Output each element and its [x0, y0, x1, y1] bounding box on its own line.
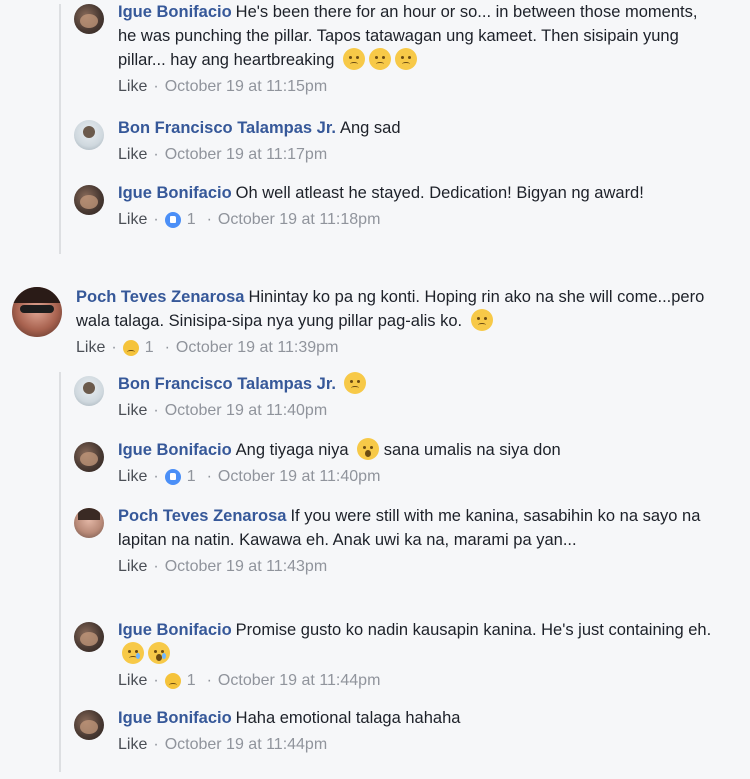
comment-meta: Like · October 19 at 11:15pm — [118, 78, 328, 96]
comment-meta: Like · October 19 at 11:40pm — [118, 402, 328, 420]
comment-meta: Like · 1 · October 19 at 11:39pm — [76, 339, 339, 357]
author-name[interactable]: Bon Francisco Talampas Jr. — [118, 375, 336, 393]
loudly-crying-face-icon — [148, 642, 170, 664]
pensive-face-icon — [395, 48, 418, 70]
reaction-count[interactable]: 1 — [122, 339, 154, 357]
author-name[interactable]: Poch Teves Zenarosa — [76, 288, 244, 306]
comment-top-level: Poch Teves Zenarosa Hinintay ko pa ng kon… — [12, 285, 712, 357]
avatar[interactable] — [74, 4, 104, 34]
like-link[interactable]: Like — [118, 558, 147, 576]
like-link[interactable]: Like — [118, 468, 147, 486]
comment-reply: Igue Bonifacio Promise gusto ko nadin kau… — [74, 618, 714, 690]
comment-text: Poch Teves Zenarosa Hinintay ko pa ng kon… — [76, 285, 712, 333]
timestamp[interactable]: October 19 at 11:44pm — [218, 672, 380, 690]
author-name[interactable]: Igue Bonifacio — [118, 441, 232, 459]
comment-reply: Bon Francisco Talampas Jr. Ang sad Like ·… — [74, 116, 714, 164]
comment-text: Igue Bonifacio Haha emotional talaga haha… — [118, 706, 714, 730]
avatar[interactable] — [12, 287, 62, 337]
pensive-face-icon — [369, 48, 392, 70]
comment-body: Ang tiyaga niya — [235, 441, 349, 459]
comment-reply: Igue Bonifacio He's been there for an hou… — [74, 0, 714, 96]
author-name[interactable]: Igue Bonifacio — [118, 3, 232, 21]
comment-meta: Like · October 19 at 11:44pm — [118, 736, 328, 754]
avatar[interactable] — [74, 508, 104, 538]
comment-meta: Like · 1 · October 19 at 11:44pm — [118, 672, 381, 690]
reply-thread-line — [59, 372, 61, 772]
comment-meta: Like · 1 · October 19 at 11:18pm — [118, 211, 381, 229]
author-name[interactable]: Poch Teves Zenarosa — [118, 507, 286, 525]
author-name[interactable]: Igue Bonifacio — [118, 621, 232, 639]
sad-reaction-icon — [122, 340, 139, 356]
disappointed-face-icon — [470, 309, 493, 331]
comment-reply: Igue Bonifacio Oh well atleast he stayed.… — [74, 181, 714, 229]
pensive-face-icon — [343, 372, 366, 394]
comment-meta: Like · 1 · October 19 at 11:40pm — [118, 468, 381, 486]
comment-text: Igue Bonifacio Ang tiyaga niya sana umali… — [118, 438, 714, 462]
comment-body: Ang sad — [339, 119, 401, 137]
comment-body: Oh well atleast he stayed. Dedication! B… — [235, 184, 644, 202]
reaction-count[interactable]: 1 — [164, 672, 196, 690]
pensive-face-icon — [343, 48, 366, 70]
timestamp[interactable]: October 19 at 11:44pm — [165, 736, 327, 754]
like-link[interactable]: Like — [118, 211, 147, 229]
comment-reply: Igue Bonifacio Haha emotional talaga haha… — [74, 706, 714, 754]
comment-text: Igue Bonifacio Promise gusto ko nadin kau… — [118, 618, 714, 666]
avatar[interactable] — [74, 710, 104, 740]
comment-reply: Igue Bonifacio Ang tiyaga niya sana umali… — [74, 438, 714, 486]
like-link[interactable]: Like — [118, 78, 147, 96]
like-link[interactable]: Like — [118, 146, 147, 164]
comment-text: Poch Teves Zenarosa If you were still wit… — [118, 504, 714, 552]
like-link[interactable]: Like — [118, 402, 147, 420]
reaction-count[interactable]: 1 — [164, 468, 196, 486]
like-link[interactable]: Like — [76, 339, 105, 357]
timestamp[interactable]: October 19 at 11:17pm — [165, 146, 327, 164]
surprised-face-icon — [357, 438, 380, 460]
author-name[interactable]: Bon Francisco Talampas Jr. — [118, 119, 336, 137]
avatar[interactable] — [74, 120, 104, 150]
like-reaction-icon — [164, 469, 181, 485]
like-link[interactable]: Like — [118, 736, 147, 754]
reply-thread-line — [59, 4, 61, 254]
comment-thread: Igue Bonifacio He's been there for an hou… — [0, 0, 750, 779]
timestamp[interactable]: October 19 at 11:15pm — [165, 78, 327, 96]
comment-body: Promise gusto ko nadin kausapin kanina. … — [235, 621, 712, 639]
reaction-count[interactable]: 1 — [164, 211, 196, 229]
comment-meta: Like · October 19 at 11:43pm — [118, 558, 328, 576]
sad-reaction-icon — [164, 673, 181, 689]
timestamp[interactable]: October 19 at 11:18pm — [218, 211, 380, 229]
like-link[interactable]: Like — [118, 672, 147, 690]
crying-face-icon — [122, 642, 144, 664]
avatar[interactable] — [74, 442, 104, 472]
comment-meta: Like · October 19 at 11:17pm — [118, 146, 328, 164]
avatar[interactable] — [74, 622, 104, 652]
avatar[interactable] — [74, 185, 104, 215]
timestamp[interactable]: October 19 at 11:40pm — [165, 402, 327, 420]
comment-reply: Bon Francisco Talampas Jr. Like · Octobe… — [74, 372, 714, 420]
comment-text: Bon Francisco Talampas Jr. Ang sad — [118, 116, 714, 140]
comment-text: Igue Bonifacio Oh well atleast he stayed.… — [118, 181, 714, 205]
timestamp[interactable]: October 19 at 11:43pm — [165, 558, 327, 576]
comment-text: Bon Francisco Talampas Jr. — [118, 372, 714, 396]
comment-reply: Poch Teves Zenarosa If you were still wit… — [74, 504, 714, 576]
author-name[interactable]: Igue Bonifacio — [118, 709, 232, 727]
comment-body-continued: sana umalis na siya don — [383, 441, 561, 459]
avatar[interactable] — [74, 376, 104, 406]
author-name[interactable]: Igue Bonifacio — [118, 184, 232, 202]
timestamp[interactable]: October 19 at 11:40pm — [218, 468, 380, 486]
comment-text: Igue Bonifacio He's been there for an hou… — [118, 0, 714, 72]
like-reaction-icon — [164, 212, 181, 228]
timestamp[interactable]: October 19 at 11:39pm — [176, 339, 338, 357]
comment-body: Haha emotional talaga hahaha — [235, 709, 461, 727]
